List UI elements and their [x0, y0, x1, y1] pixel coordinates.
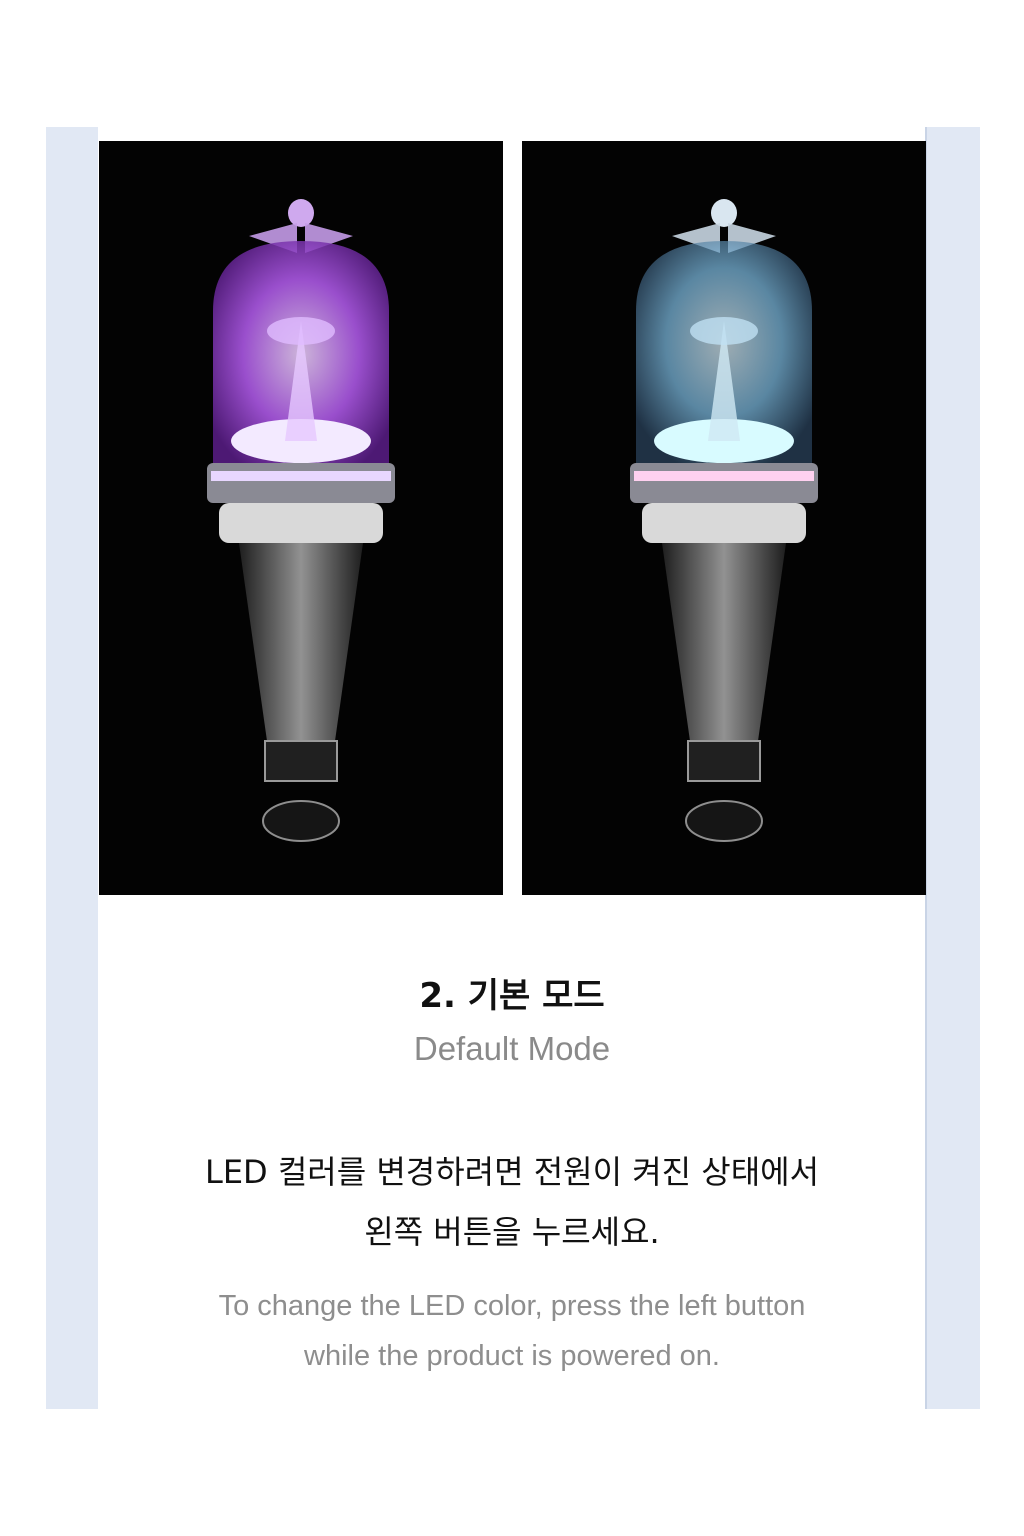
lightstick-illustration: [630, 199, 818, 842]
korean-instructions: LED 컬러를 변경하려면 전원이 켜진 상태에서 왼쪽 버튼을 누르세요.: [0, 1142, 1024, 1262]
korean-line-1: LED 컬러를 변경하려면 전원이 켜진 상태에서: [204, 1153, 820, 1191]
lightstick-photo-multicolor: [522, 141, 926, 895]
english-instructions: To change the LED color, press the left …: [0, 1281, 1024, 1381]
section-heading: 2. 기본 모드: [419, 976, 605, 1016]
english-line-1: To change the LED color, press the left …: [218, 1290, 806, 1322]
lightstick-photo-purple: [99, 141, 503, 895]
korean-line-2: 왼쪽 버튼을 누르세요.: [364, 1213, 660, 1251]
section-subheading: Default Mode: [413, 1030, 611, 1067]
lightstick-illustration: [207, 199, 395, 842]
english-line-2: while the product is powered on.: [304, 1340, 720, 1372]
